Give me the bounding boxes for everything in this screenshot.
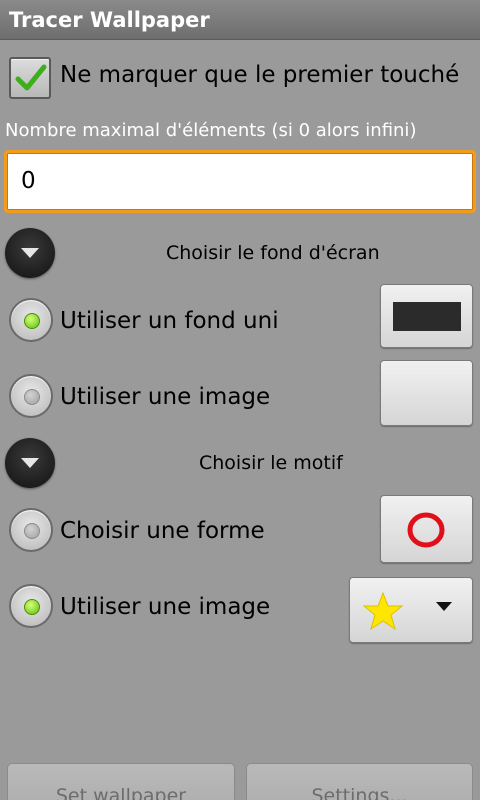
- first-touch-checkbox[interactable]: [9, 57, 51, 99]
- background-group-expander[interactable]: [5, 228, 55, 278]
- settings-button[interactable]: Settings...: [246, 763, 473, 800]
- radio-unselected-dot: [24, 523, 40, 539]
- background-image-button[interactable]: [380, 360, 473, 426]
- radio-unselected-dot: [24, 389, 40, 405]
- settings-content: Ne marquer que le premier touché Nombre …: [0, 40, 480, 800]
- max-elements-input[interactable]: 0: [4, 150, 476, 213]
- pattern-image-spinner[interactable]: [349, 577, 473, 643]
- image-background-radio[interactable]: [9, 374, 53, 418]
- chevron-down-icon: [21, 458, 39, 468]
- max-elements-label: Nombre maximal d'éléments (si 0 alors in…: [5, 120, 417, 141]
- solid-background-radio[interactable]: [9, 298, 53, 342]
- pattern-group-expander[interactable]: [5, 438, 55, 488]
- choose-shape-radio[interactable]: [9, 508, 53, 552]
- set-wallpaper-button[interactable]: Set wallpaper: [7, 763, 235, 800]
- radio-selected-dot: [24, 313, 40, 329]
- radio-selected-dot: [24, 599, 40, 615]
- dropdown-arrow-icon: [436, 602, 452, 611]
- first-touch-label[interactable]: Ne marquer que le premier touché: [60, 62, 459, 88]
- chevron-down-icon: [21, 248, 39, 258]
- solid-background-label[interactable]: Utiliser un fond uni: [60, 308, 279, 334]
- pattern-group-title: Choisir le motif: [199, 452, 343, 474]
- yellow-star-icon: [362, 591, 404, 631]
- choose-shape-label[interactable]: Choisir une forme: [60, 518, 265, 544]
- image-background-label[interactable]: Utiliser une image: [60, 384, 270, 410]
- background-color-button[interactable]: [380, 284, 473, 348]
- checkmark-icon: [15, 64, 47, 91]
- pattern-image-label[interactable]: Utiliser une image: [60, 594, 270, 620]
- pattern-image-radio[interactable]: [9, 584, 53, 628]
- red-ring-icon: [407, 512, 445, 548]
- background-group-title: Choisir le fond d'écran: [166, 242, 380, 264]
- color-swatch: [393, 302, 461, 331]
- shape-button[interactable]: [380, 495, 473, 563]
- title-bar: Tracer Wallpaper: [0, 0, 480, 40]
